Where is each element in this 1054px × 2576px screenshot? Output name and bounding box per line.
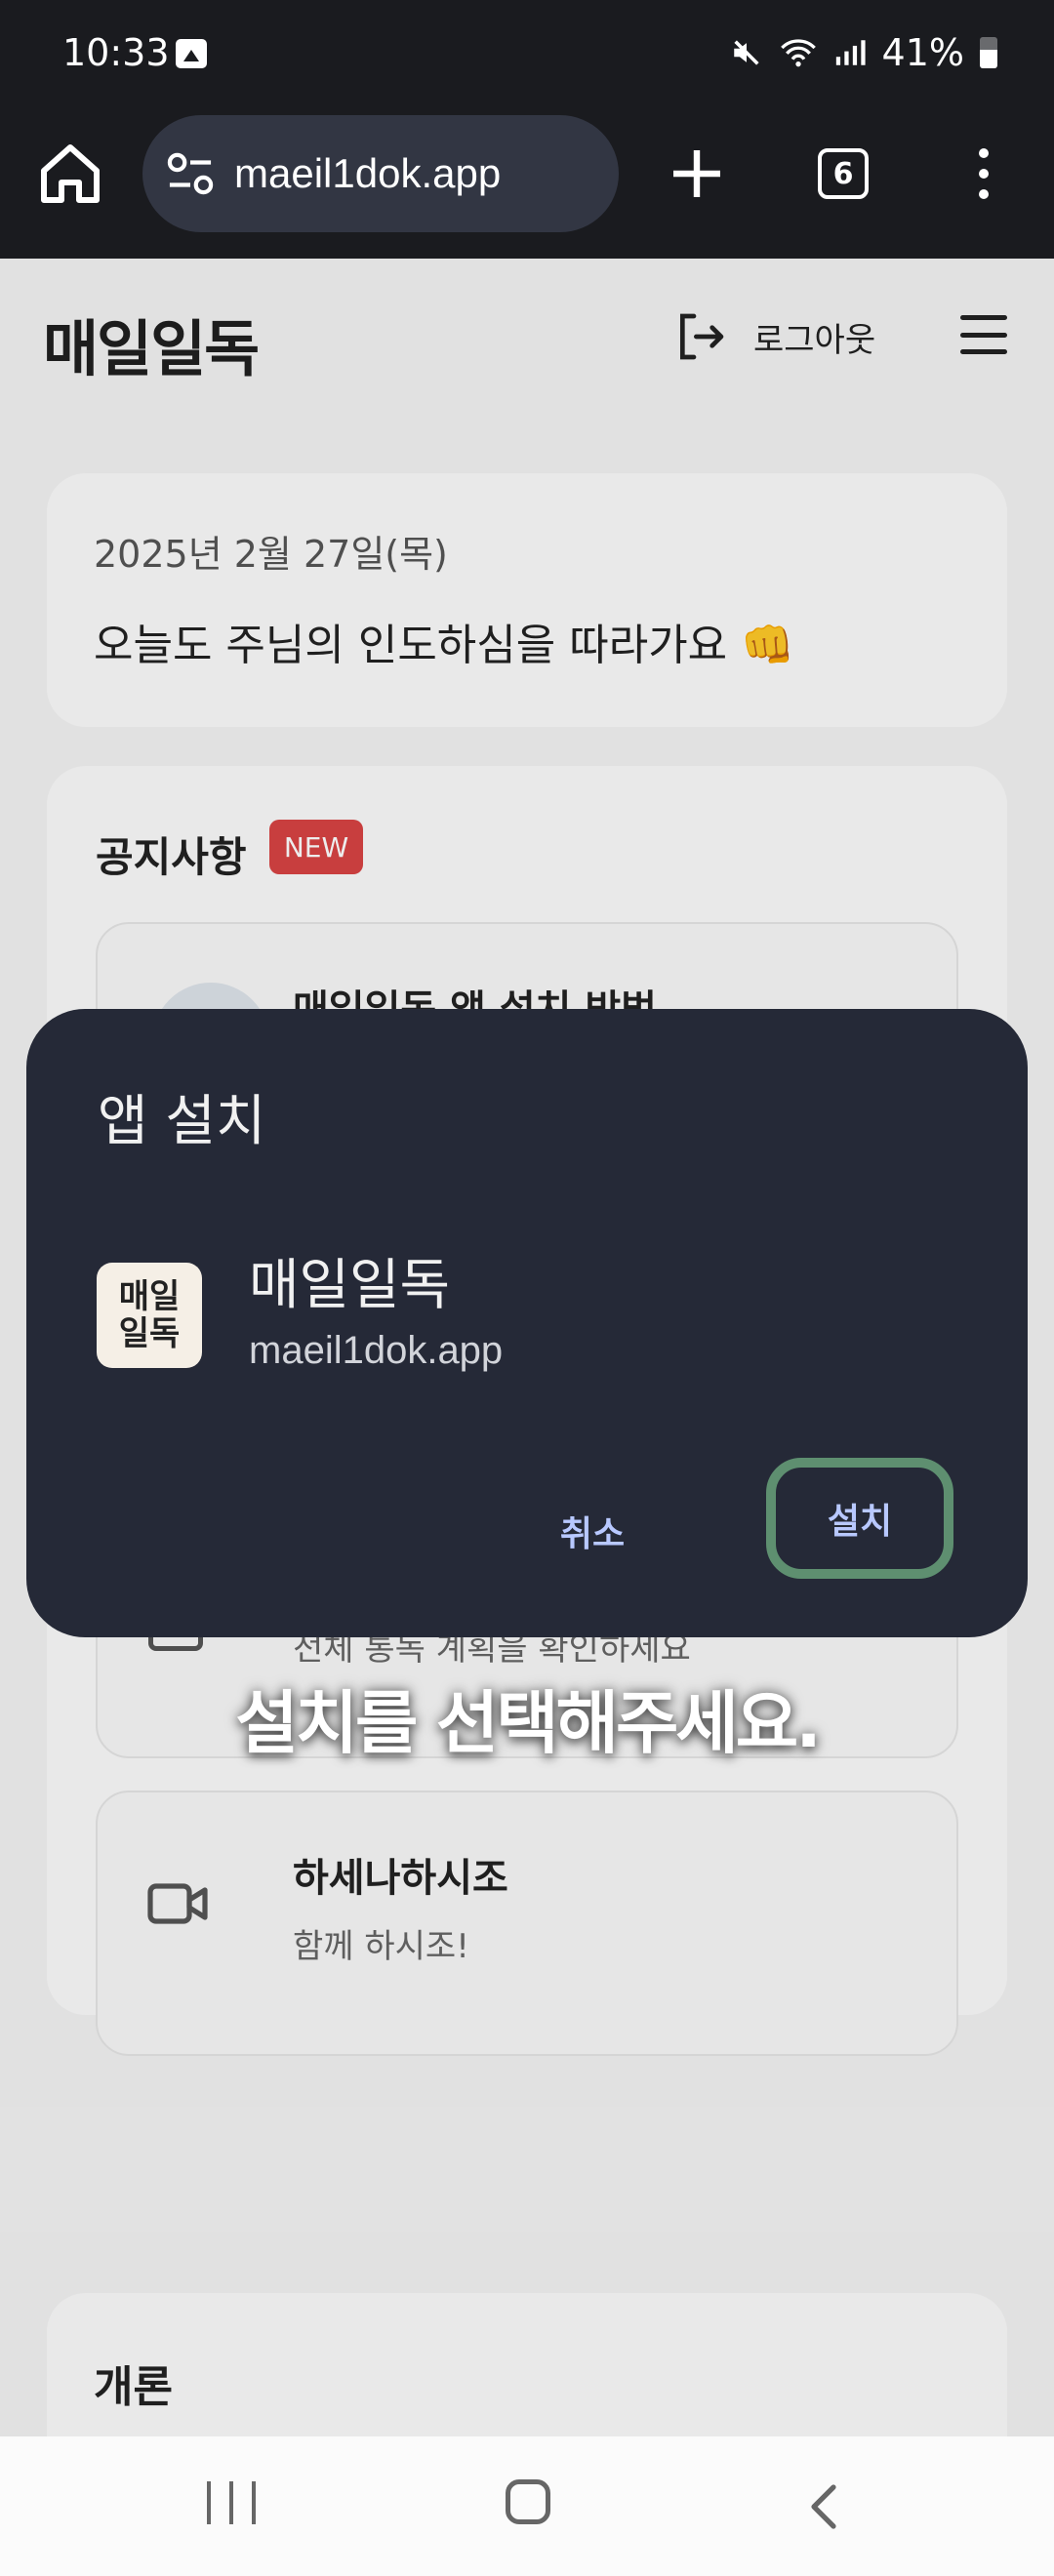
tab-switcher-button[interactable]: 6: [818, 148, 869, 199]
status-bar: 10:33 41%: [0, 0, 1054, 115]
app-url: maeil1dok.app: [249, 1329, 504, 1372]
dialog-title: 앱 설치: [98, 1090, 266, 1153]
install-button-label: 설치: [827, 1502, 893, 1542]
system-navigation-bar: [0, 2436, 1054, 2576]
recents-icon[interactable]: [207, 2481, 256, 2528]
instruction-caption: 설치를 선택해주세요.: [235, 1683, 822, 1763]
app-name: 매일일독: [249, 1254, 451, 1317]
browser-menu-icon[interactable]: [964, 142, 1003, 205]
battery-percent: 41%: [881, 31, 964, 74]
browser-toolbar: maeil1dok.app 6: [0, 115, 1054, 259]
url-text: maeil1dok.app: [234, 150, 502, 196]
signal-icon: [835, 40, 866, 65]
cancel-button[interactable]: 취소: [524, 1487, 661, 1575]
mute-icon: [733, 40, 759, 65]
app-icon-line-1: 매일: [118, 1277, 181, 1316]
install-button[interactable]: 설치: [766, 1458, 953, 1579]
wifi-icon: [780, 39, 816, 67]
app-icon: 매일 일독: [97, 1263, 202, 1368]
gallery-icon: [176, 39, 207, 68]
app-icon-line-2: 일독: [118, 1314, 181, 1353]
home-nav-icon[interactable]: [506, 2479, 550, 2524]
address-bar[interactable]: maeil1dok.app: [142, 115, 619, 232]
home-icon[interactable]: [35, 139, 105, 209]
status-time: 10:33: [62, 31, 170, 74]
battery-icon: [980, 37, 997, 68]
site-settings-icon[interactable]: [166, 151, 215, 196]
back-icon[interactable]: [804, 2483, 843, 2530]
status-icons: 41%: [730, 31, 997, 74]
install-app-dialog: 앱 설치 매일 일독 매일일독 maeil1dok.app 취소 설치: [26, 1009, 1028, 1637]
tab-count: 6: [832, 156, 854, 191]
new-tab-icon[interactable]: [666, 142, 728, 205]
